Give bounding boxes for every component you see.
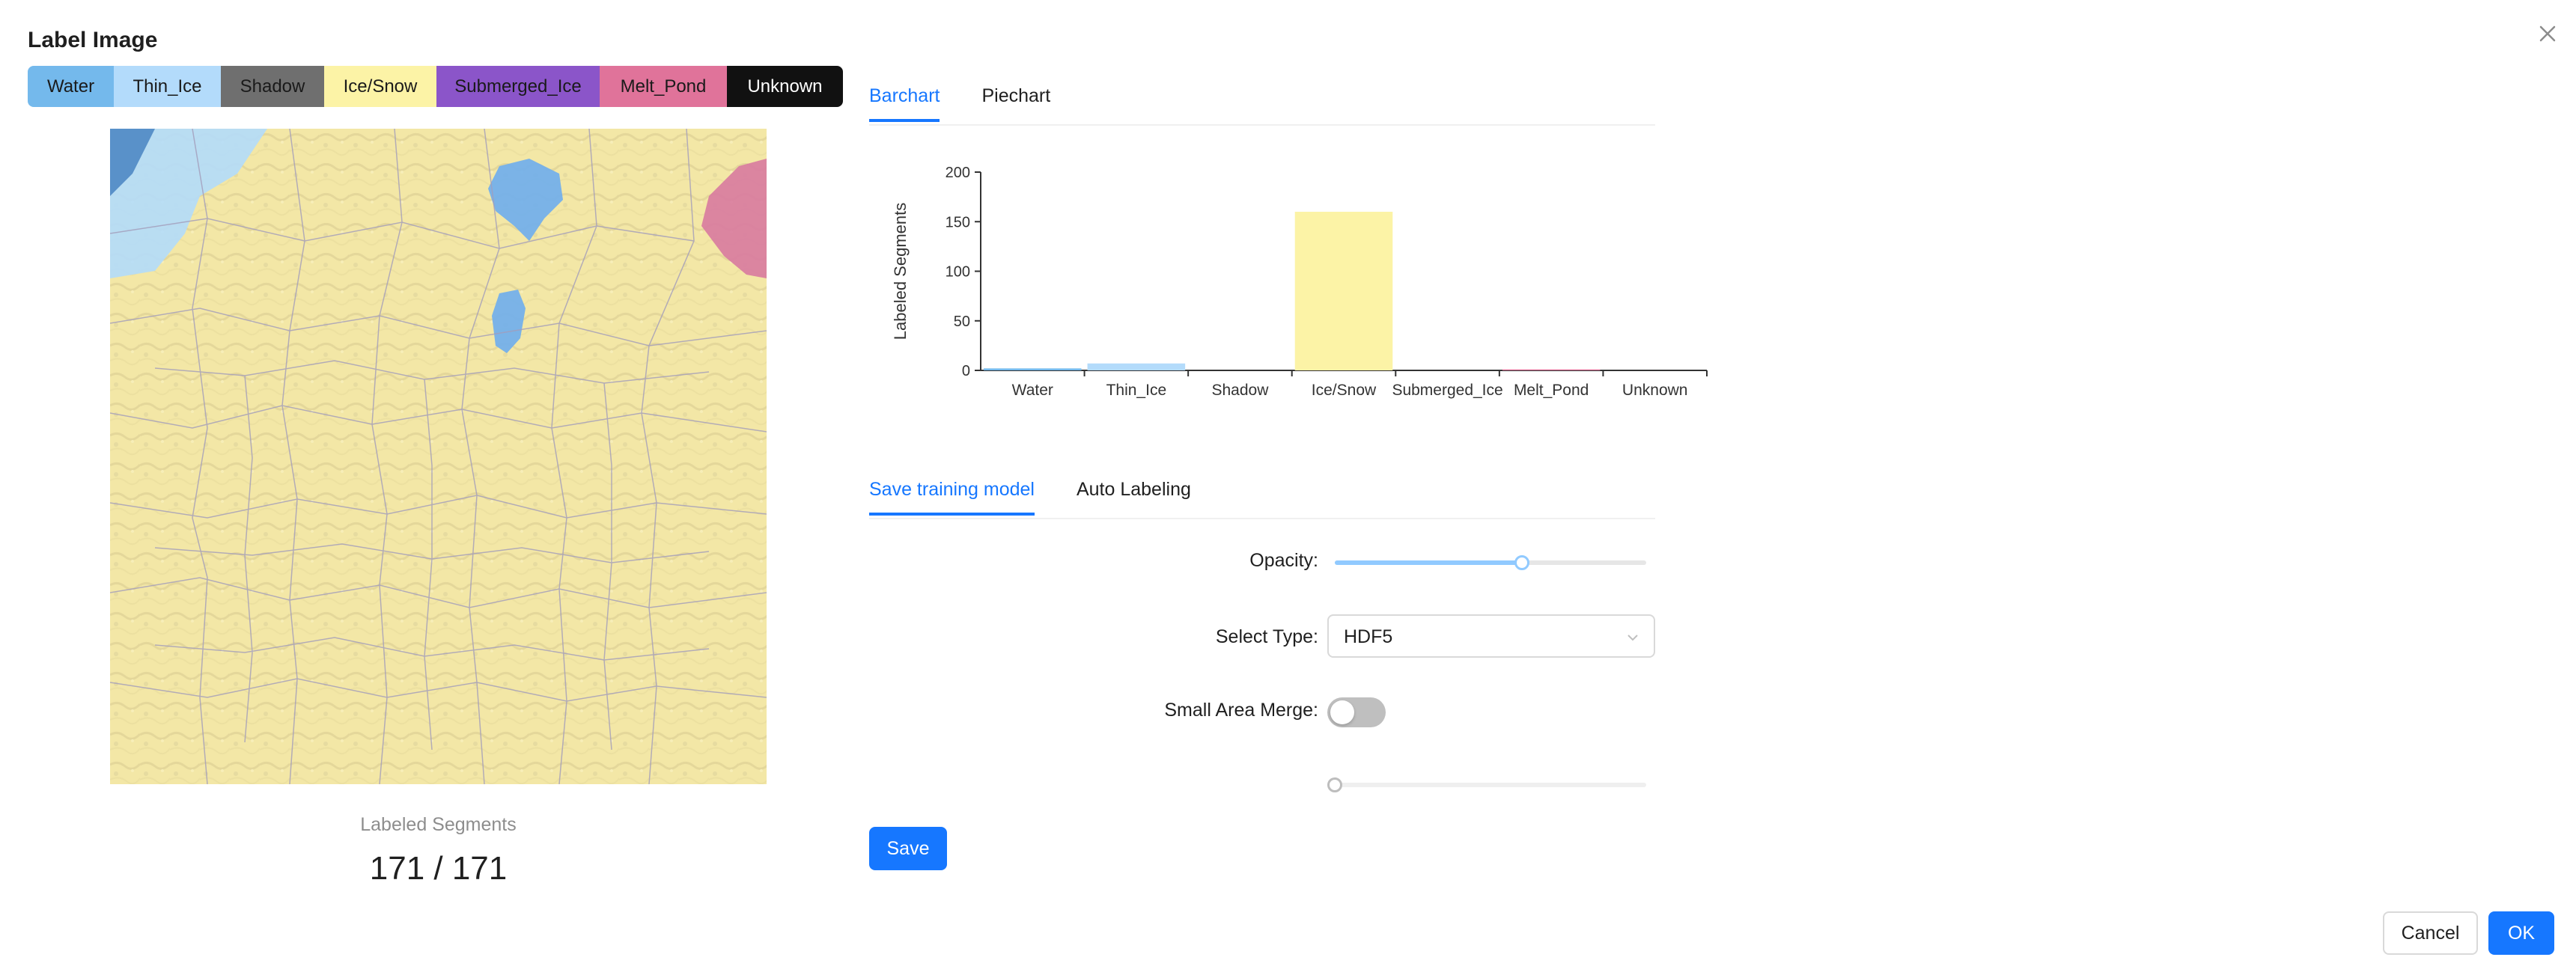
small-area-merge-switch[interactable] — [1327, 697, 1386, 727]
ok-button[interactable]: OK — [2488, 911, 2554, 955]
chart-tabs-divider — [869, 124, 1655, 126]
x-tick-label: Water — [1012, 382, 1053, 399]
label-button-unknown[interactable]: Unknown — [727, 66, 843, 107]
label-button-thin-ice[interactable]: Thin_Ice — [114, 66, 221, 107]
y-tick-label: 0 — [962, 363, 970, 379]
x-tick-label: Shadow — [1211, 382, 1269, 399]
labeled-segments-caption: Labeled Segments — [360, 814, 517, 835]
labeled-segments-count: 171 / 171 — [369, 850, 508, 887]
x-tick-label: Thin_Ice — [1106, 382, 1167, 399]
label-selector: Water Thin_Ice Shadow Ice/Snow Submerged_Ice… — [28, 66, 843, 107]
label-button-ice-snow[interactable]: Ice/Snow — [324, 66, 436, 107]
bar-thin-ice — [1087, 363, 1186, 370]
merge-threshold-slider[interactable] — [1327, 777, 1646, 792]
opacity-slider-track — [1335, 560, 1522, 565]
chevron-down-icon — [1625, 630, 1640, 649]
tool-tabs-divider — [869, 518, 1655, 519]
y-tick-label: 100 — [946, 264, 970, 281]
label-button-water[interactable]: Water — [28, 66, 114, 107]
segmentation-map-image[interactable] — [110, 129, 767, 784]
select-type-label: Select Type: — [1215, 626, 1318, 647]
close-icon[interactable] — [2535, 21, 2560, 46]
bar-water — [984, 368, 1082, 370]
save-button[interactable]: Save — [869, 827, 947, 870]
label-button-submerged-ice[interactable]: Submerged_Ice — [436, 66, 600, 107]
label-button-melt-pond[interactable]: Melt_Pond — [600, 66, 727, 107]
select-type-value: HDF5 — [1344, 626, 1393, 647]
labeled-segments-bar-chart: 0 50 100 150 200 Water Thin_Ice Shadow Ice/Snow S… — [891, 165, 1708, 399]
tab-save-training-model[interactable]: Save training model — [869, 479, 1035, 516]
x-tick-label: Ice/Snow — [1312, 382, 1377, 399]
x-tick-label: Melt_Pond — [1514, 382, 1589, 399]
merge-slider-handle[interactable] — [1327, 777, 1342, 792]
opacity-slider-handle[interactable] — [1514, 555, 1529, 570]
y-tick-label: 200 — [946, 165, 970, 181]
opacity-slider[interactable] — [1335, 555, 1646, 570]
merge-slider-rail — [1335, 783, 1646, 787]
tool-tabs: Save training model Auto Labeling — [869, 479, 1191, 516]
cancel-button[interactable]: Cancel — [2383, 911, 2478, 955]
tab-auto-labeling[interactable]: Auto Labeling — [1077, 479, 1191, 516]
label-button-shadow[interactable]: Shadow — [221, 66, 324, 107]
opacity-label: Opacity: — [1249, 550, 1318, 571]
x-tick-label: Unknown — [1622, 382, 1688, 399]
dialog-title: Label Image — [28, 28, 158, 52]
small-area-merge-label: Small Area Merge: — [1164, 700, 1318, 721]
select-type-dropdown[interactable]: HDF5 — [1327, 614, 1655, 658]
y-tick-label: 50 — [954, 314, 970, 330]
switch-knob — [1330, 700, 1354, 724]
tab-piechart[interactable]: Piechart — [981, 85, 1050, 122]
bar-ice-snow — [1294, 212, 1393, 370]
y-tick-label: 150 — [946, 214, 970, 230]
tab-barchart[interactable]: Barchart — [869, 85, 940, 122]
chart-tabs: Barchart Piechart — [869, 85, 1050, 122]
y-axis-label: Labeled Segments — [891, 203, 910, 340]
x-tick-label: Submerged_Ice — [1392, 382, 1502, 399]
